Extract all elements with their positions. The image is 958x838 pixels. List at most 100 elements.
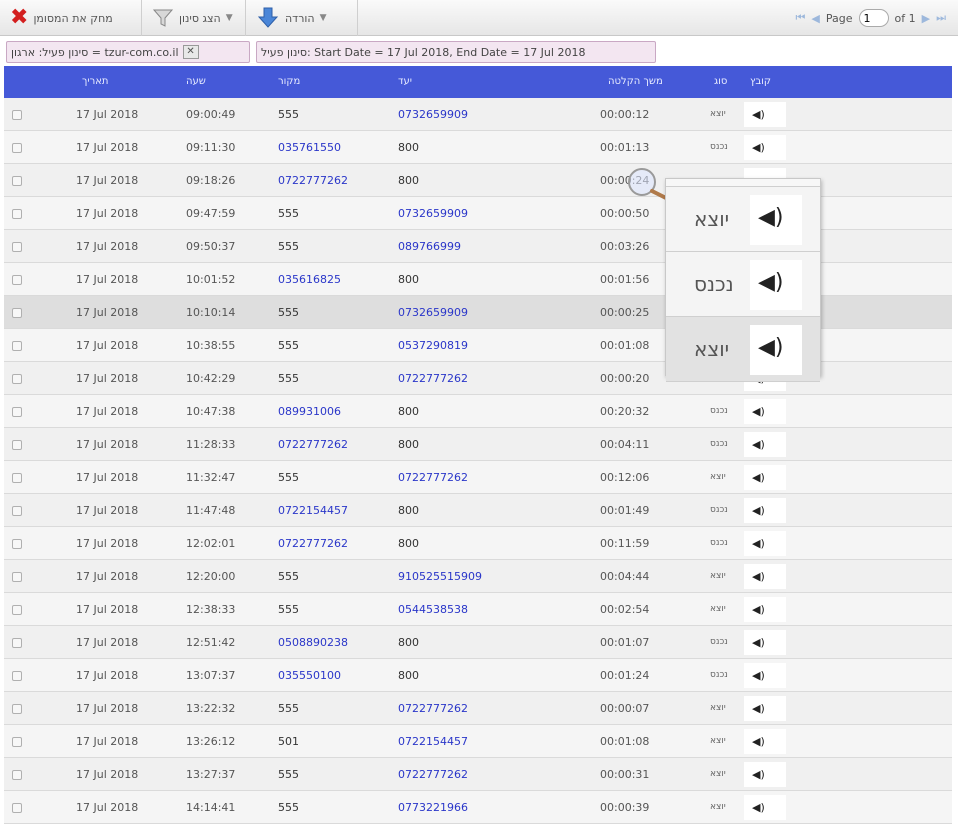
speaker-icon[interactable]: ◀) — [744, 603, 765, 616]
speaker-icon[interactable]: ◀) — [744, 471, 765, 484]
speaker-icon[interactable]: ◀) — [758, 335, 784, 360]
popup-file-cell[interactable]: ◀) — [750, 260, 802, 310]
destination-cell[interactable]: 0722777262 — [398, 362, 468, 395]
destination-cell[interactable]: 0722154457 — [398, 725, 468, 758]
column-header-date[interactable]: תאריך — [82, 66, 109, 98]
speaker-icon[interactable]: ◀) — [744, 801, 765, 814]
file-cell[interactable]: ◀) — [744, 102, 786, 127]
speaker-icon[interactable]: ◀) — [744, 702, 765, 715]
last-page-icon[interactable]: ⏭ — [936, 11, 946, 25]
destination-cell[interactable]: 0773221966 — [398, 791, 468, 824]
table-row[interactable]: 17 Jul 2018 13:07:37 035550100 800 00:01:24 נ… — [4, 659, 952, 692]
destination-cell[interactable]: 0544538538 — [398, 593, 468, 626]
file-cell[interactable]: ◀) — [744, 762, 786, 787]
speaker-icon[interactable]: ◀) — [744, 735, 765, 748]
file-cell[interactable]: ◀) — [744, 663, 786, 688]
row-checkbox[interactable] — [12, 407, 22, 417]
table-row[interactable]: 17 Jul 2018 13:22:32 555 0722777262 00:00:07… — [4, 692, 952, 725]
table-row[interactable]: 17 Jul 2018 12:02:01 0722777262 800 00:11:59… — [4, 527, 952, 560]
row-checkbox[interactable] — [12, 506, 22, 516]
destination-cell[interactable]: 0722777262 — [398, 758, 468, 791]
row-checkbox[interactable] — [12, 275, 22, 285]
table-row[interactable]: 17 Jul 2018 14:14:41 555 0773221966 00:00:39… — [4, 791, 952, 824]
row-checkbox[interactable] — [12, 176, 22, 186]
popup-row[interactable]: יוצא ◀) — [666, 317, 820, 382]
source-cell[interactable]: 0722777262 — [278, 527, 348, 560]
source-cell[interactable]: 0722777262 — [278, 164, 348, 197]
table-row[interactable]: 17 Jul 2018 11:28:33 0722777262 800 00:04:11… — [4, 428, 952, 461]
source-cell[interactable]: 0722154457 — [278, 494, 348, 527]
popup-row[interactable]: נכנס ◀) — [666, 252, 820, 317]
row-checkbox[interactable] — [12, 440, 22, 450]
destination-cell[interactable]: 910525515909 — [398, 560, 482, 593]
row-checkbox[interactable] — [12, 209, 22, 219]
file-cell[interactable]: ◀) — [744, 729, 786, 754]
table-row[interactable]: 17 Jul 2018 13:27:37 555 0722777262 00:00:31… — [4, 758, 952, 791]
file-cell[interactable]: ◀) — [744, 465, 786, 490]
table-row[interactable]: 17 Jul 2018 10:47:38 089931006 800 00:20:32 נ… — [4, 395, 952, 428]
row-checkbox[interactable] — [12, 143, 22, 153]
speaker-icon[interactable]: ◀) — [758, 205, 784, 230]
speaker-icon[interactable]: ◀) — [758, 270, 784, 295]
popup-file-cell[interactable]: ◀) — [750, 325, 802, 375]
speaker-icon[interactable]: ◀) — [744, 768, 765, 781]
table-row[interactable]: 17 Jul 2018 11:47:48 0722154457 800 00:01:49… — [4, 494, 952, 527]
speaker-icon[interactable]: ◀) — [744, 141, 765, 154]
row-checkbox[interactable] — [12, 704, 22, 714]
file-cell[interactable]: ◀) — [744, 432, 786, 457]
file-cell[interactable]: ◀) — [744, 531, 786, 556]
table-row[interactable]: 17 Jul 2018 11:32:47 555 0722777262 00:12:06… — [4, 461, 952, 494]
table-row[interactable]: 17 Jul 2018 09:00:49 555 0732659909 00:00:12… — [4, 98, 952, 131]
close-icon[interactable]: ✕ — [182, 45, 199, 59]
prev-page-icon[interactable]: ◀ — [811, 12, 819, 25]
source-cell[interactable]: 035761550 — [278, 131, 341, 164]
source-cell[interactable]: 035550100 — [278, 659, 341, 692]
column-header-source[interactable]: מקור — [278, 66, 300, 98]
file-cell[interactable]: ◀) — [744, 795, 786, 820]
page-number-input[interactable] — [858, 9, 889, 27]
speaker-icon[interactable]: ◀) — [744, 570, 765, 583]
table-row[interactable]: 17 Jul 2018 13:26:12 501 0722154457 00:01:08… — [4, 725, 952, 758]
row-checkbox[interactable] — [12, 473, 22, 483]
column-header-file[interactable]: קובץ — [750, 66, 771, 98]
row-checkbox[interactable] — [12, 638, 22, 648]
table-row[interactable]: 17 Jul 2018 12:51:42 0508890238 800 00:01:07… — [4, 626, 952, 659]
show-filter-button[interactable]: הצג סינון ▼ — [146, 0, 246, 36]
row-checkbox[interactable] — [12, 572, 22, 582]
table-row[interactable]: 17 Jul 2018 12:38:33 555 0544538538 00:02:54… — [4, 593, 952, 626]
row-checkbox[interactable] — [12, 374, 22, 384]
download-button[interactable]: הורדה ▼ — [250, 0, 358, 36]
file-cell[interactable]: ◀) — [744, 399, 786, 424]
next-page-icon[interactable]: ▶ — [922, 12, 930, 25]
destination-cell[interactable]: 0732659909 — [398, 197, 468, 230]
popup-row[interactable]: יוצא ◀) — [666, 187, 820, 252]
row-checkbox[interactable] — [12, 803, 22, 813]
column-header-destination[interactable]: יעד — [398, 66, 412, 98]
destination-cell[interactable]: 089766999 — [398, 230, 461, 263]
source-cell[interactable]: 089931006 — [278, 395, 341, 428]
file-cell[interactable]: ◀) — [744, 135, 786, 160]
file-cell[interactable]: ◀) — [744, 696, 786, 721]
column-header-time[interactable]: שעה — [186, 66, 206, 98]
column-header-type[interactable]: סוג — [714, 66, 727, 98]
table-row[interactable]: 17 Jul 2018 09:11:30 035761550 800 00:01:13 נ… — [4, 131, 952, 164]
speaker-icon[interactable]: ◀) — [744, 669, 765, 682]
speaker-icon[interactable]: ◀) — [744, 504, 765, 517]
destination-cell[interactable]: 0722777262 — [398, 461, 468, 494]
file-cell[interactable]: ◀) — [744, 498, 786, 523]
first-page-icon[interactable]: ⏮ — [796, 11, 806, 25]
file-cell[interactable]: ◀) — [744, 597, 786, 622]
speaker-icon[interactable]: ◀) — [744, 405, 765, 418]
file-cell[interactable]: ◀) — [744, 564, 786, 589]
row-checkbox[interactable] — [12, 770, 22, 780]
row-checkbox[interactable] — [12, 605, 22, 615]
speaker-icon[interactable]: ◀) — [744, 108, 765, 121]
row-checkbox[interactable] — [12, 341, 22, 351]
source-cell[interactable]: 0722777262 — [278, 428, 348, 461]
table-row[interactable]: 17 Jul 2018 12:20:00 555 910525515909 00:04:… — [4, 560, 952, 593]
row-checkbox[interactable] — [12, 110, 22, 120]
destination-cell[interactable]: 0537290819 — [398, 329, 468, 362]
source-cell[interactable]: 035616825 — [278, 263, 341, 296]
row-checkbox[interactable] — [12, 737, 22, 747]
row-checkbox[interactable] — [12, 539, 22, 549]
